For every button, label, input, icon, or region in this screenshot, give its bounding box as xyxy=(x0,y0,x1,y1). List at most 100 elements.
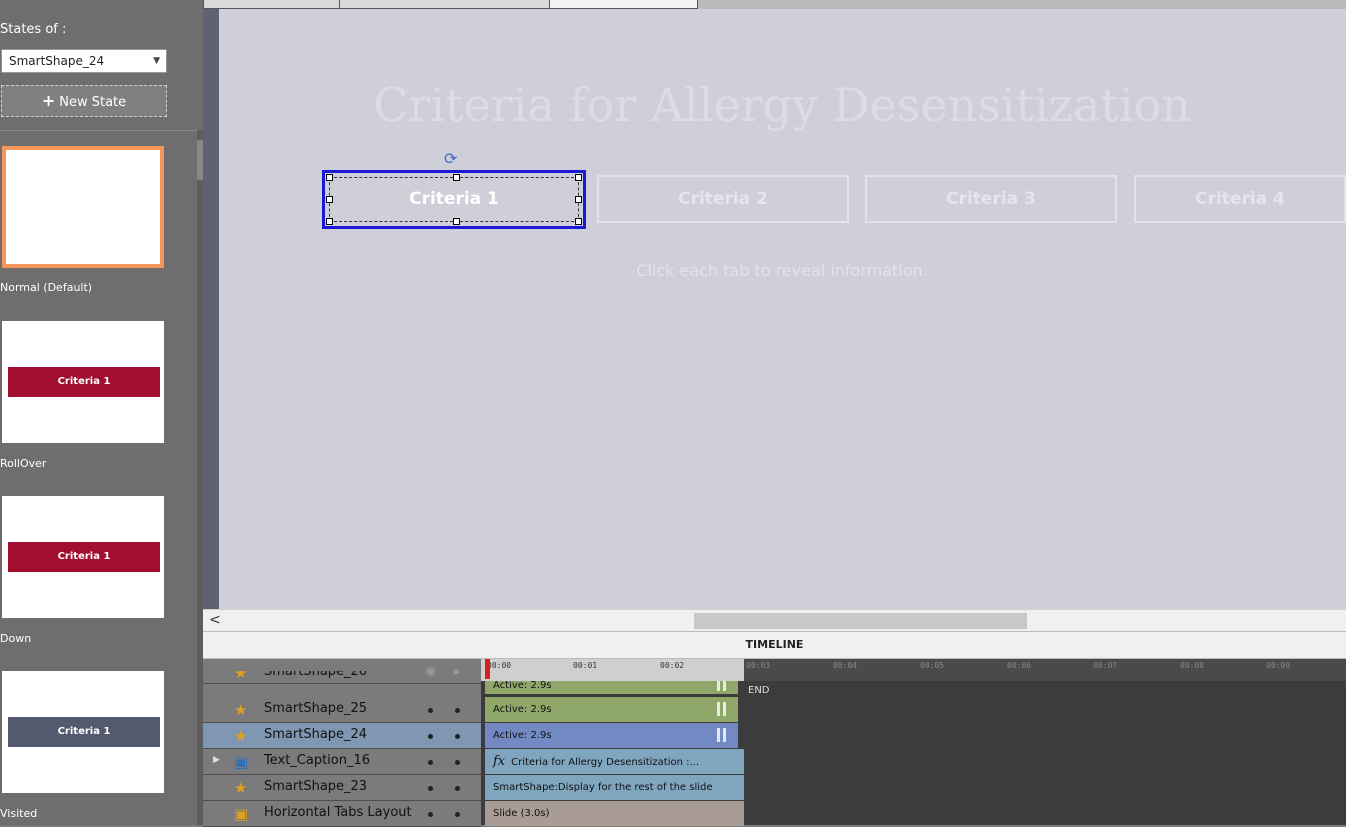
slide-icon: ▣ xyxy=(234,805,249,823)
layer-row[interactable]: ★ SmartShape_23 xyxy=(203,775,481,801)
tick-label: 00:09 xyxy=(1266,661,1291,670)
state-button-preview: Criteria 1 xyxy=(8,542,160,572)
visibility-toggle[interactable] xyxy=(428,708,433,713)
resize-handle[interactable] xyxy=(575,218,582,225)
object-select-value: SmartShape_24 xyxy=(9,54,105,68)
layer-row[interactable]: ▶ ▣ Text_Caption_16 xyxy=(203,749,481,775)
document-tab[interactable] xyxy=(203,0,340,9)
plus-icon: + xyxy=(41,91,56,110)
lock-toggle[interactable] xyxy=(455,760,460,765)
state-name: Normal (Default) xyxy=(0,281,93,294)
star-icon: ★ xyxy=(234,779,248,797)
visibility-toggle[interactable] xyxy=(428,786,433,791)
stage-left-strip xyxy=(203,9,219,609)
layer-name: SmartShape_23 xyxy=(264,779,368,794)
chevron-down-icon: ▼ xyxy=(153,56,160,66)
playhead[interactable] xyxy=(485,659,490,679)
resize-handle[interactable] xyxy=(453,174,460,181)
document-tab-active[interactable] xyxy=(549,0,698,9)
tick-label: 00:04 xyxy=(833,661,858,670)
visibility-toggle[interactable] xyxy=(428,760,433,765)
timeline-bar-selected[interactable]: Active: 2.9s xyxy=(485,723,738,748)
layer-row[interactable]: ★ SmartShape_25 xyxy=(203,697,481,723)
bar-label: Slide (3.0s) xyxy=(493,808,550,819)
layer-row[interactable]: ▣ Horizontal Tabs Layout xyxy=(203,801,481,827)
bar-label: Active: 2.9s xyxy=(493,730,552,741)
states-label: States of : xyxy=(0,22,67,37)
tick-label: 00:05 xyxy=(920,661,945,670)
resize-handle[interactable] xyxy=(575,174,582,181)
tab-criteria-3[interactable]: Criteria 3 xyxy=(865,175,1117,223)
resize-handle[interactable] xyxy=(326,196,333,203)
slide-title[interactable]: Criteria for Allergy Desensitization xyxy=(218,78,1346,132)
resize-handle[interactable] xyxy=(326,174,333,181)
tick-label: 00:06 xyxy=(1007,661,1032,670)
tick-label: 00:07 xyxy=(1093,661,1118,670)
scroll-left-icon[interactable]: < xyxy=(209,612,221,628)
state-name: Visited xyxy=(0,807,38,820)
end-marker: END xyxy=(748,685,770,696)
lock-toggle[interactable] xyxy=(455,734,460,739)
timeline-bar[interactable]: Active: 2.9s xyxy=(485,697,738,722)
star-icon: ★ xyxy=(234,727,248,745)
resize-handle[interactable] xyxy=(326,218,333,225)
instruction-text[interactable]: Click each tab to reveal information. xyxy=(218,261,1346,280)
state-button-preview: Criteria 1 xyxy=(8,367,160,397)
divider xyxy=(0,130,197,131)
object-select[interactable]: SmartShape_24 ▼ xyxy=(1,49,167,73)
document-tab-strip xyxy=(203,0,1346,9)
bar-label: Active: 2.9s xyxy=(493,681,552,691)
pause-icon xyxy=(717,681,726,691)
tick-label: 00:02 xyxy=(660,661,685,670)
state-button-preview: Criteria 1 xyxy=(8,717,160,747)
state-thumbnail-rollover[interactable]: Criteria 1 xyxy=(2,321,164,443)
tick-label: 00:01 xyxy=(573,661,598,670)
lock-toggle[interactable] xyxy=(455,786,460,791)
timeline-ruler-active[interactable] xyxy=(481,659,744,681)
timeline-bar[interactable]: SmartShape:Display for the rest of the s… xyxy=(485,775,744,800)
timeline-header[interactable]: TIMELINE xyxy=(203,631,1346,659)
expand-icon[interactable]: ▶ xyxy=(213,755,220,765)
tick-label: 00:03 xyxy=(746,661,771,670)
layer-name: Text_Caption_16 xyxy=(264,753,371,768)
star-icon: ★ xyxy=(234,671,248,682)
document-tab[interactable] xyxy=(339,0,550,9)
object-states-panel: States of : SmartShape_24 ▼ + New State N… xyxy=(0,0,203,825)
caption-icon: ▣ xyxy=(234,753,249,771)
tab-criteria-2[interactable]: Criteria 2 xyxy=(597,175,849,223)
scrollbar-thumb[interactable] xyxy=(694,613,1027,629)
layer-name: Horizontal Tabs Layout xyxy=(264,805,412,820)
rotate-icon[interactable]: ⟳ xyxy=(444,149,457,168)
tab-criteria-1[interactable]: Criteria 1 xyxy=(322,170,586,229)
lock-toggle[interactable] xyxy=(455,812,460,817)
resize-handle[interactable] xyxy=(575,196,582,203)
fx-icon: fx xyxy=(493,754,506,769)
state-name: Down xyxy=(0,632,32,645)
pause-icon xyxy=(717,702,726,716)
state-thumbnail-visited[interactable]: Criteria 1 xyxy=(2,671,164,793)
timeline-bar[interactable]: Active: 2.9s xyxy=(485,681,738,694)
timeline-layers: ◉ 🔒︎ ★ SmartShape_26 ★ SmartShape_25 ★ S… xyxy=(203,659,481,827)
layer-name: SmartShape_24 xyxy=(264,727,368,742)
new-state-label: New State xyxy=(59,95,127,110)
layer-row[interactable]: ★ SmartShape_26 xyxy=(203,671,481,684)
timeline-panel: ◉ 🔒︎ ★ SmartShape_26 ★ SmartShape_25 ★ S… xyxy=(203,659,1346,827)
layer-row-selected[interactable]: ★ SmartShape_24 xyxy=(203,723,481,749)
resize-handle[interactable] xyxy=(453,218,460,225)
visibility-toggle[interactable] xyxy=(428,812,433,817)
state-thumbnail-normal[interactable] xyxy=(2,146,164,268)
timeline-bar[interactable]: Slide (3.0s) xyxy=(485,801,744,826)
visibility-toggle[interactable] xyxy=(428,734,433,739)
tab-criteria-4[interactable]: Criteria 4 xyxy=(1134,175,1346,223)
stage-horizontal-scrollbar[interactable]: < xyxy=(203,609,1346,631)
star-icon: ★ xyxy=(234,701,248,719)
bar-label: Active: 2.9s xyxy=(493,704,552,715)
new-state-button[interactable]: + New State xyxy=(1,85,167,117)
lock-toggle[interactable] xyxy=(455,708,460,713)
state-name: RollOver xyxy=(0,457,47,470)
bar-label: Criteria for Allergy Desensitization :..… xyxy=(511,757,700,768)
layer-name: SmartShape_26 xyxy=(264,671,368,679)
tick-label: 00:08 xyxy=(1180,661,1205,670)
timeline-bar[interactable]: fx Criteria for Allergy Desensitization :… xyxy=(485,749,744,774)
state-thumbnail-down[interactable]: Criteria 1 xyxy=(2,496,164,618)
